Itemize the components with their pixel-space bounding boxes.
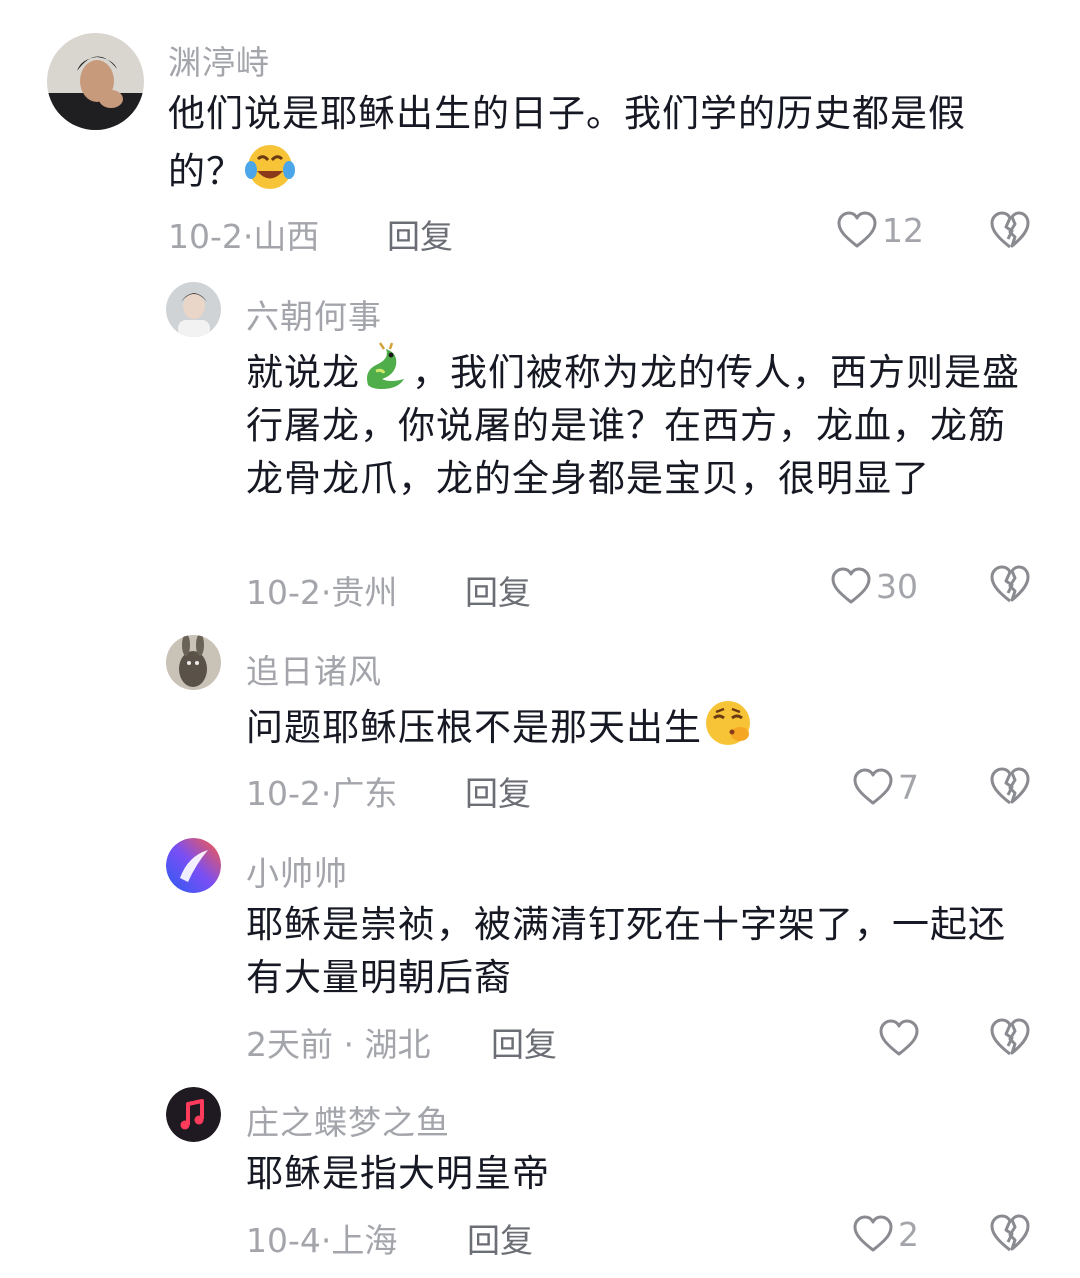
like-count: 12 (882, 210, 924, 250)
comment-date: 10-2 (246, 774, 321, 813)
comment-text-content: 问题耶稣压根不是那天出生 (246, 706, 702, 749)
comment-date: 10-2 (246, 573, 321, 612)
comment-meta: 10-2·贵州 (246, 566, 397, 614)
comment-location: 湖北 (364, 1025, 431, 1064)
heart-icon (853, 1215, 893, 1252)
dislike-button[interactable] (988, 1212, 1032, 1256)
comment-date: 10-4 (246, 1221, 321, 1260)
meta-separator: · (320, 573, 332, 612)
heart-icon (853, 768, 893, 805)
reply-button[interactable]: 回复 (387, 210, 453, 258)
heart-icon (879, 1019, 919, 1056)
comment-meta: 10-2·广东 (246, 767, 397, 815)
like-button[interactable]: 12 (836, 208, 924, 252)
like-button[interactable] (878, 1016, 924, 1060)
comment-date: 2天前 (246, 1025, 333, 1064)
comment-meta: 2天前 · 湖北 (246, 1018, 430, 1066)
face-with-tears-of-joy-icon (244, 140, 296, 192)
broken-heart-icon (990, 1018, 1030, 1056)
comment-item: 六朝何事 就说龙 ，我们被称为龙的传人，西方则是盛行屠龙，你说屠的是谁？在西方，龙… (0, 270, 1080, 620)
face-exhaling-icon (702, 696, 754, 748)
reply-button[interactable]: 回复 (467, 1214, 533, 1262)
comment-text-content: 耶稣是崇祯，被满清钉死在十字架了，一起还有大量明朝后裔 (246, 903, 1006, 999)
dislike-button[interactable] (988, 765, 1032, 809)
comment-text: 问题耶稣压根不是那天出生 (246, 696, 1026, 754)
avatar[interactable] (166, 282, 221, 337)
meta-separator: · (320, 774, 332, 813)
heart-icon (837, 211, 877, 248)
username[interactable]: 小帅帅 (246, 847, 348, 895)
like-count: 7 (898, 767, 919, 807)
reply-button[interactable]: 回复 (465, 566, 531, 614)
like-count: 30 (876, 566, 918, 606)
username[interactable]: 追日诸风 (246, 645, 382, 693)
comment-item: 庄之蝶梦之鱼 耶稣是指大明皇帝 10-4·上海 回复 2 (0, 1080, 1080, 1278)
meta-separator: · (242, 217, 254, 256)
username[interactable]: 渊渟峙 (168, 36, 270, 84)
dislike-button[interactable] (988, 563, 1032, 607)
reply-button[interactable]: 回复 (465, 767, 531, 815)
meta-separator: · (333, 1025, 365, 1064)
username[interactable]: 六朝何事 (246, 290, 382, 338)
comment-text: 他们说是耶稣出生的日子。我们学的历史都是假的？ (168, 87, 1018, 198)
comment-location: 广东 (331, 774, 398, 813)
avatar[interactable] (166, 1087, 221, 1142)
comment-meta: 10-4·上海 (246, 1214, 397, 1262)
comment-text-content: 耶稣是指大明皇帝 (246, 1152, 550, 1195)
comment-date: 10-2 (168, 217, 243, 256)
comment-location: 山西 (253, 217, 320, 256)
comment-text: 耶稣是指大明皇帝 (246, 1147, 1026, 1200)
comment-item: 渊渟峙 他们说是耶稣出生的日子。我们学的历史都是假的？ 10-2·山西 回复 1… (0, 0, 1080, 270)
broken-heart-icon (990, 1214, 1030, 1252)
comment-text: 耶稣是崇祯，被满清钉死在十字架了，一起还有大量明朝后裔 (246, 898, 1026, 1004)
broken-heart-icon (990, 211, 1030, 249)
dislike-button[interactable] (988, 209, 1032, 253)
dislike-button[interactable] (988, 1016, 1032, 1060)
comment-item: 追日诸风 问题耶稣压根不是那天出生 10-2·广东 回复 7 (0, 620, 1080, 840)
heart-icon (831, 567, 871, 604)
avatar[interactable] (166, 635, 221, 690)
comment-location: 贵州 (331, 573, 398, 612)
avatar[interactable] (166, 838, 221, 893)
username[interactable]: 庄之蝶梦之鱼 (246, 1096, 450, 1144)
like-button[interactable]: 30 (830, 564, 918, 608)
avatar[interactable] (47, 33, 144, 130)
broken-heart-icon (990, 767, 1030, 805)
like-button[interactable]: 2 (852, 1212, 919, 1256)
broken-heart-icon (990, 565, 1030, 603)
reply-button[interactable]: 回复 (491, 1018, 557, 1066)
comment-text-content: 就说龙 (246, 351, 360, 394)
meta-separator: · (320, 1221, 332, 1260)
like-button[interactable]: 7 (852, 765, 919, 809)
comment-meta: 10-2·山西 (168, 210, 319, 258)
dragon-icon (360, 341, 412, 393)
like-count: 2 (898, 1214, 919, 1254)
comment-item: 小帅帅 耶稣是崇祯，被满清钉死在十字架了，一起还有大量明朝后裔 2天前 · 湖北… (0, 830, 1080, 1080)
comment-text: 就说龙 ，我们被称为龙的传人，西方则是盛行屠龙，你说屠的是谁？在西方，龙血，龙筋龙… (246, 341, 1026, 505)
comment-location: 上海 (331, 1221, 398, 1260)
